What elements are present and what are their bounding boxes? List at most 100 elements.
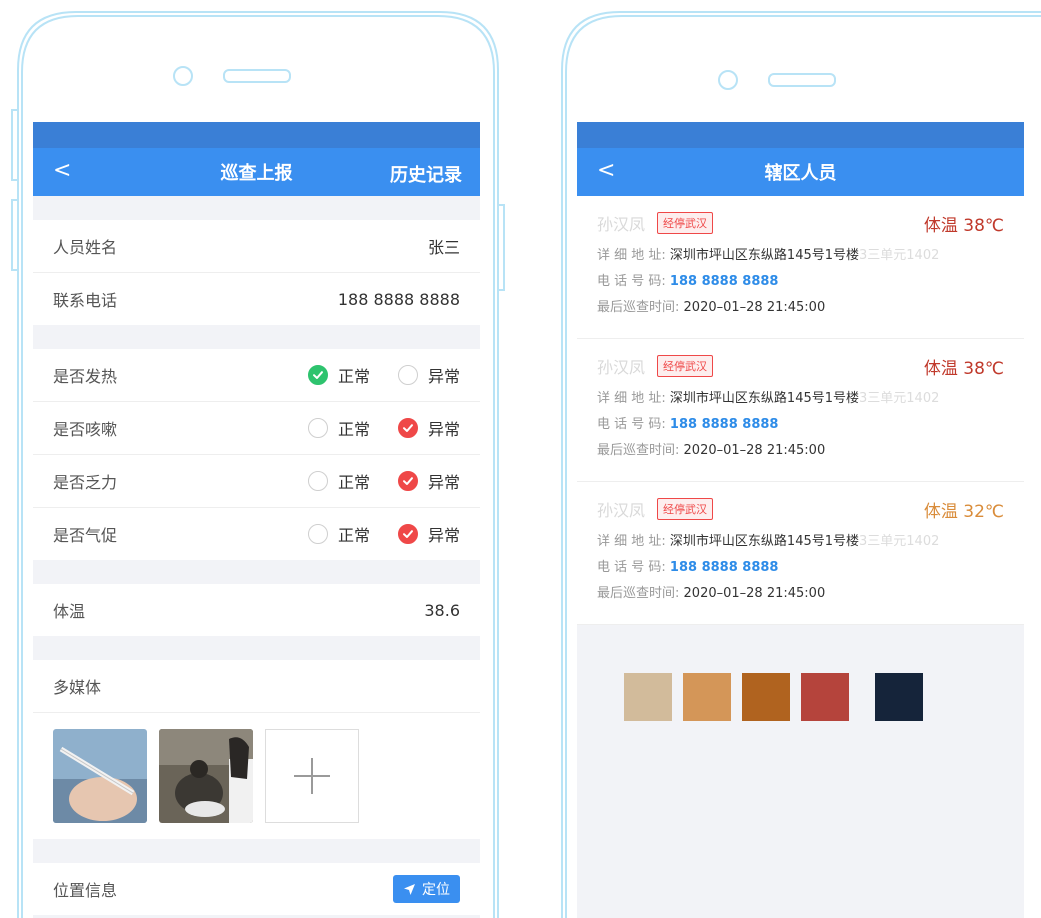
- last-check-line: 最后巡查时间: 2020–01–28 21:45:00: [597, 439, 1004, 458]
- symptom-radio-group: 正常 异常: [307, 522, 460, 546]
- normal-radio[interactable]: 正常: [307, 522, 370, 546]
- address-value: 深圳市坪山区东纵路145号1号楼: [669, 248, 860, 263]
- abnormal-label: 异常: [427, 526, 460, 545]
- color-swatch: [875, 673, 923, 721]
- normal-radio[interactable]: 正常: [307, 363, 370, 387]
- normal-radio[interactable]: 正常: [307, 416, 370, 440]
- last-check-value: 2020–01–28 21:45:00: [683, 586, 826, 601]
- address-label: 详 细 地 址:: [597, 534, 666, 549]
- media-thumbnail-thermometer[interactable]: [53, 729, 147, 823]
- left-phone-sensors: [173, 66, 291, 86]
- phone-label: 电 话 号 码:: [597, 274, 666, 289]
- color-swatch: [801, 673, 849, 721]
- phone-line: 电 话 号 码: 188 8888 8888: [597, 556, 1004, 575]
- phone-line: 电 话 号 码: 188 8888 8888: [597, 413, 1004, 432]
- camera-icon: [718, 70, 738, 90]
- temperature-reading: 体温 38℃: [923, 215, 1004, 236]
- travel-tag: 经停武汉: [657, 355, 714, 377]
- locate-button[interactable]: 定位: [393, 875, 460, 903]
- speaker-icon: [768, 73, 836, 87]
- navigation-arrow-icon: [404, 883, 415, 895]
- radio-circle-icon: [307, 524, 328, 544]
- status-bar: [577, 122, 1024, 148]
- location-label: 位置信息: [53, 881, 118, 900]
- phone-label: 电 话 号 码:: [597, 560, 666, 575]
- normal-radio[interactable]: 正常: [307, 469, 370, 493]
- check-icon: [397, 524, 418, 544]
- address-faded: 3三单元1402: [859, 534, 940, 549]
- symptom-row: 是否气促 正常 异常: [33, 508, 480, 560]
- abnormal-radio[interactable]: 异常: [397, 363, 460, 387]
- navbar: < 巡查上报 历史记录: [33, 148, 480, 196]
- color-palette: [624, 673, 934, 721]
- abnormal-radio[interactable]: 异常: [397, 416, 460, 440]
- address-faded: 3三单元1402: [859, 391, 940, 406]
- add-media-button[interactable]: [265, 729, 359, 823]
- temperature-label: 体温: [53, 602, 86, 621]
- back-button[interactable]: <: [597, 160, 615, 182]
- page-title: 辖区人员: [764, 163, 837, 184]
- media-label: 多媒体: [33, 660, 480, 713]
- symptom-label: 是否乏力: [53, 473, 118, 492]
- check-icon: [307, 365, 328, 385]
- address-line: 详 细 地 址: 深圳市坪山区东纵路145号1号楼3三单元1402: [597, 244, 1004, 263]
- temperature-value[interactable]: 38.6: [424, 601, 460, 620]
- symptom-radio-group: 正常 异常: [307, 416, 460, 440]
- people-list: 孙汉凤 经停武汉 体温 38℃ 详 细 地 址: 深圳市坪山区东纵路145号1号楼3三…: [577, 196, 1024, 625]
- abnormal-radio[interactable]: 异常: [397, 469, 460, 493]
- person-card[interactable]: 孙汉凤 经停武汉 体温 38℃ 详 细 地 址: 深圳市坪山区东纵路145号1号楼3三…: [577, 196, 1024, 339]
- phone-value[interactable]: 188 8888 8888: [338, 290, 460, 309]
- person-info-group: 人员姓名 张三 联系电话 188 8888 8888: [33, 220, 480, 325]
- district-people-screen: < 辖区人员 孙汉凤 经停武汉 体温 38℃ 详 细 地 址: 深圳市坪山区东纵路14…: [577, 122, 1024, 918]
- temperature-row: 体温 38.6: [33, 584, 480, 636]
- symptom-group: 是否发热 正常 异常 是否咳嗽 正常 异常 是否乏力 正常 异常 是否气促 正常 异常: [33, 349, 480, 560]
- symptom-label: 是否咳嗽: [53, 420, 118, 439]
- phone-label: 电 话 号 码:: [597, 417, 666, 432]
- radio-circle-icon: [397, 365, 418, 385]
- plus-icon: [294, 758, 330, 794]
- back-button[interactable]: <: [53, 160, 71, 182]
- person-name: 孙汉凤: [597, 215, 646, 234]
- address-value: 深圳市坪山区东纵路145号1号楼: [669, 534, 860, 549]
- radio-circle-icon: [307, 418, 328, 438]
- radio-circle-icon: [307, 471, 328, 491]
- color-swatch: [683, 673, 731, 721]
- travel-tag: 经停武汉: [657, 212, 714, 234]
- location-group: 位置信息 定位: [33, 863, 480, 915]
- normal-label: 正常: [337, 367, 370, 386]
- last-check-line: 最后巡查时间: 2020–01–28 21:45:00: [597, 296, 1004, 315]
- symptom-label: 是否气促: [53, 526, 118, 545]
- camera-icon: [173, 66, 193, 86]
- address-line: 详 细 地 址: 深圳市坪山区东纵路145号1号楼3三单元1402: [597, 387, 1004, 406]
- check-icon: [397, 418, 418, 438]
- location-row: 位置信息 定位: [33, 863, 480, 915]
- abnormal-label: 异常: [427, 473, 460, 492]
- abnormal-radio[interactable]: 异常: [397, 522, 460, 546]
- person-card[interactable]: 孙汉凤 经停武汉 体温 32℃ 详 细 地 址: 深圳市坪山区东纵路145号1号楼3三…: [577, 482, 1024, 625]
- phone-link[interactable]: 188 8888 8888: [670, 417, 779, 432]
- symptom-row: 是否发热 正常 异常: [33, 349, 480, 402]
- temperature-reading: 体温 38℃: [923, 358, 1004, 379]
- address-line: 详 细 地 址: 深圳市坪山区东纵路145号1号楼3三单元1402: [597, 530, 1004, 549]
- name-value[interactable]: 张三: [428, 234, 460, 258]
- navbar: < 辖区人员: [577, 148, 1024, 196]
- phone-link[interactable]: 188 8888 8888: [670, 560, 779, 575]
- last-check-label: 最后巡查时间:: [597, 443, 680, 458]
- history-button[interactable]: 历史记录: [390, 161, 462, 187]
- page-title: 巡查上报: [220, 163, 293, 184]
- phone-link[interactable]: 188 8888 8888: [670, 274, 779, 289]
- right-phone-sensors: [718, 70, 836, 90]
- person-name: 孙汉凤: [597, 501, 646, 520]
- color-swatch: [624, 673, 672, 721]
- last-check-value: 2020–01–28 21:45:00: [683, 300, 826, 315]
- last-check-line: 最后巡查时间: 2020–01–28 21:45:00: [597, 582, 1004, 601]
- person-card[interactable]: 孙汉凤 经停武汉 体温 38℃ 详 细 地 址: 深圳市坪山区东纵路145号1号楼3三…: [577, 339, 1024, 482]
- phone-row: 联系电话 188 8888 8888: [33, 273, 480, 325]
- media-group: 多媒体: [33, 660, 480, 839]
- abnormal-label: 异常: [427, 420, 460, 439]
- temperature-group: 体温 38.6: [33, 584, 480, 636]
- speaker-icon: [223, 69, 291, 83]
- media-thumbnail-photo[interactable]: [159, 729, 253, 823]
- status-bar: [33, 122, 480, 148]
- address-label: 详 细 地 址:: [597, 391, 666, 406]
